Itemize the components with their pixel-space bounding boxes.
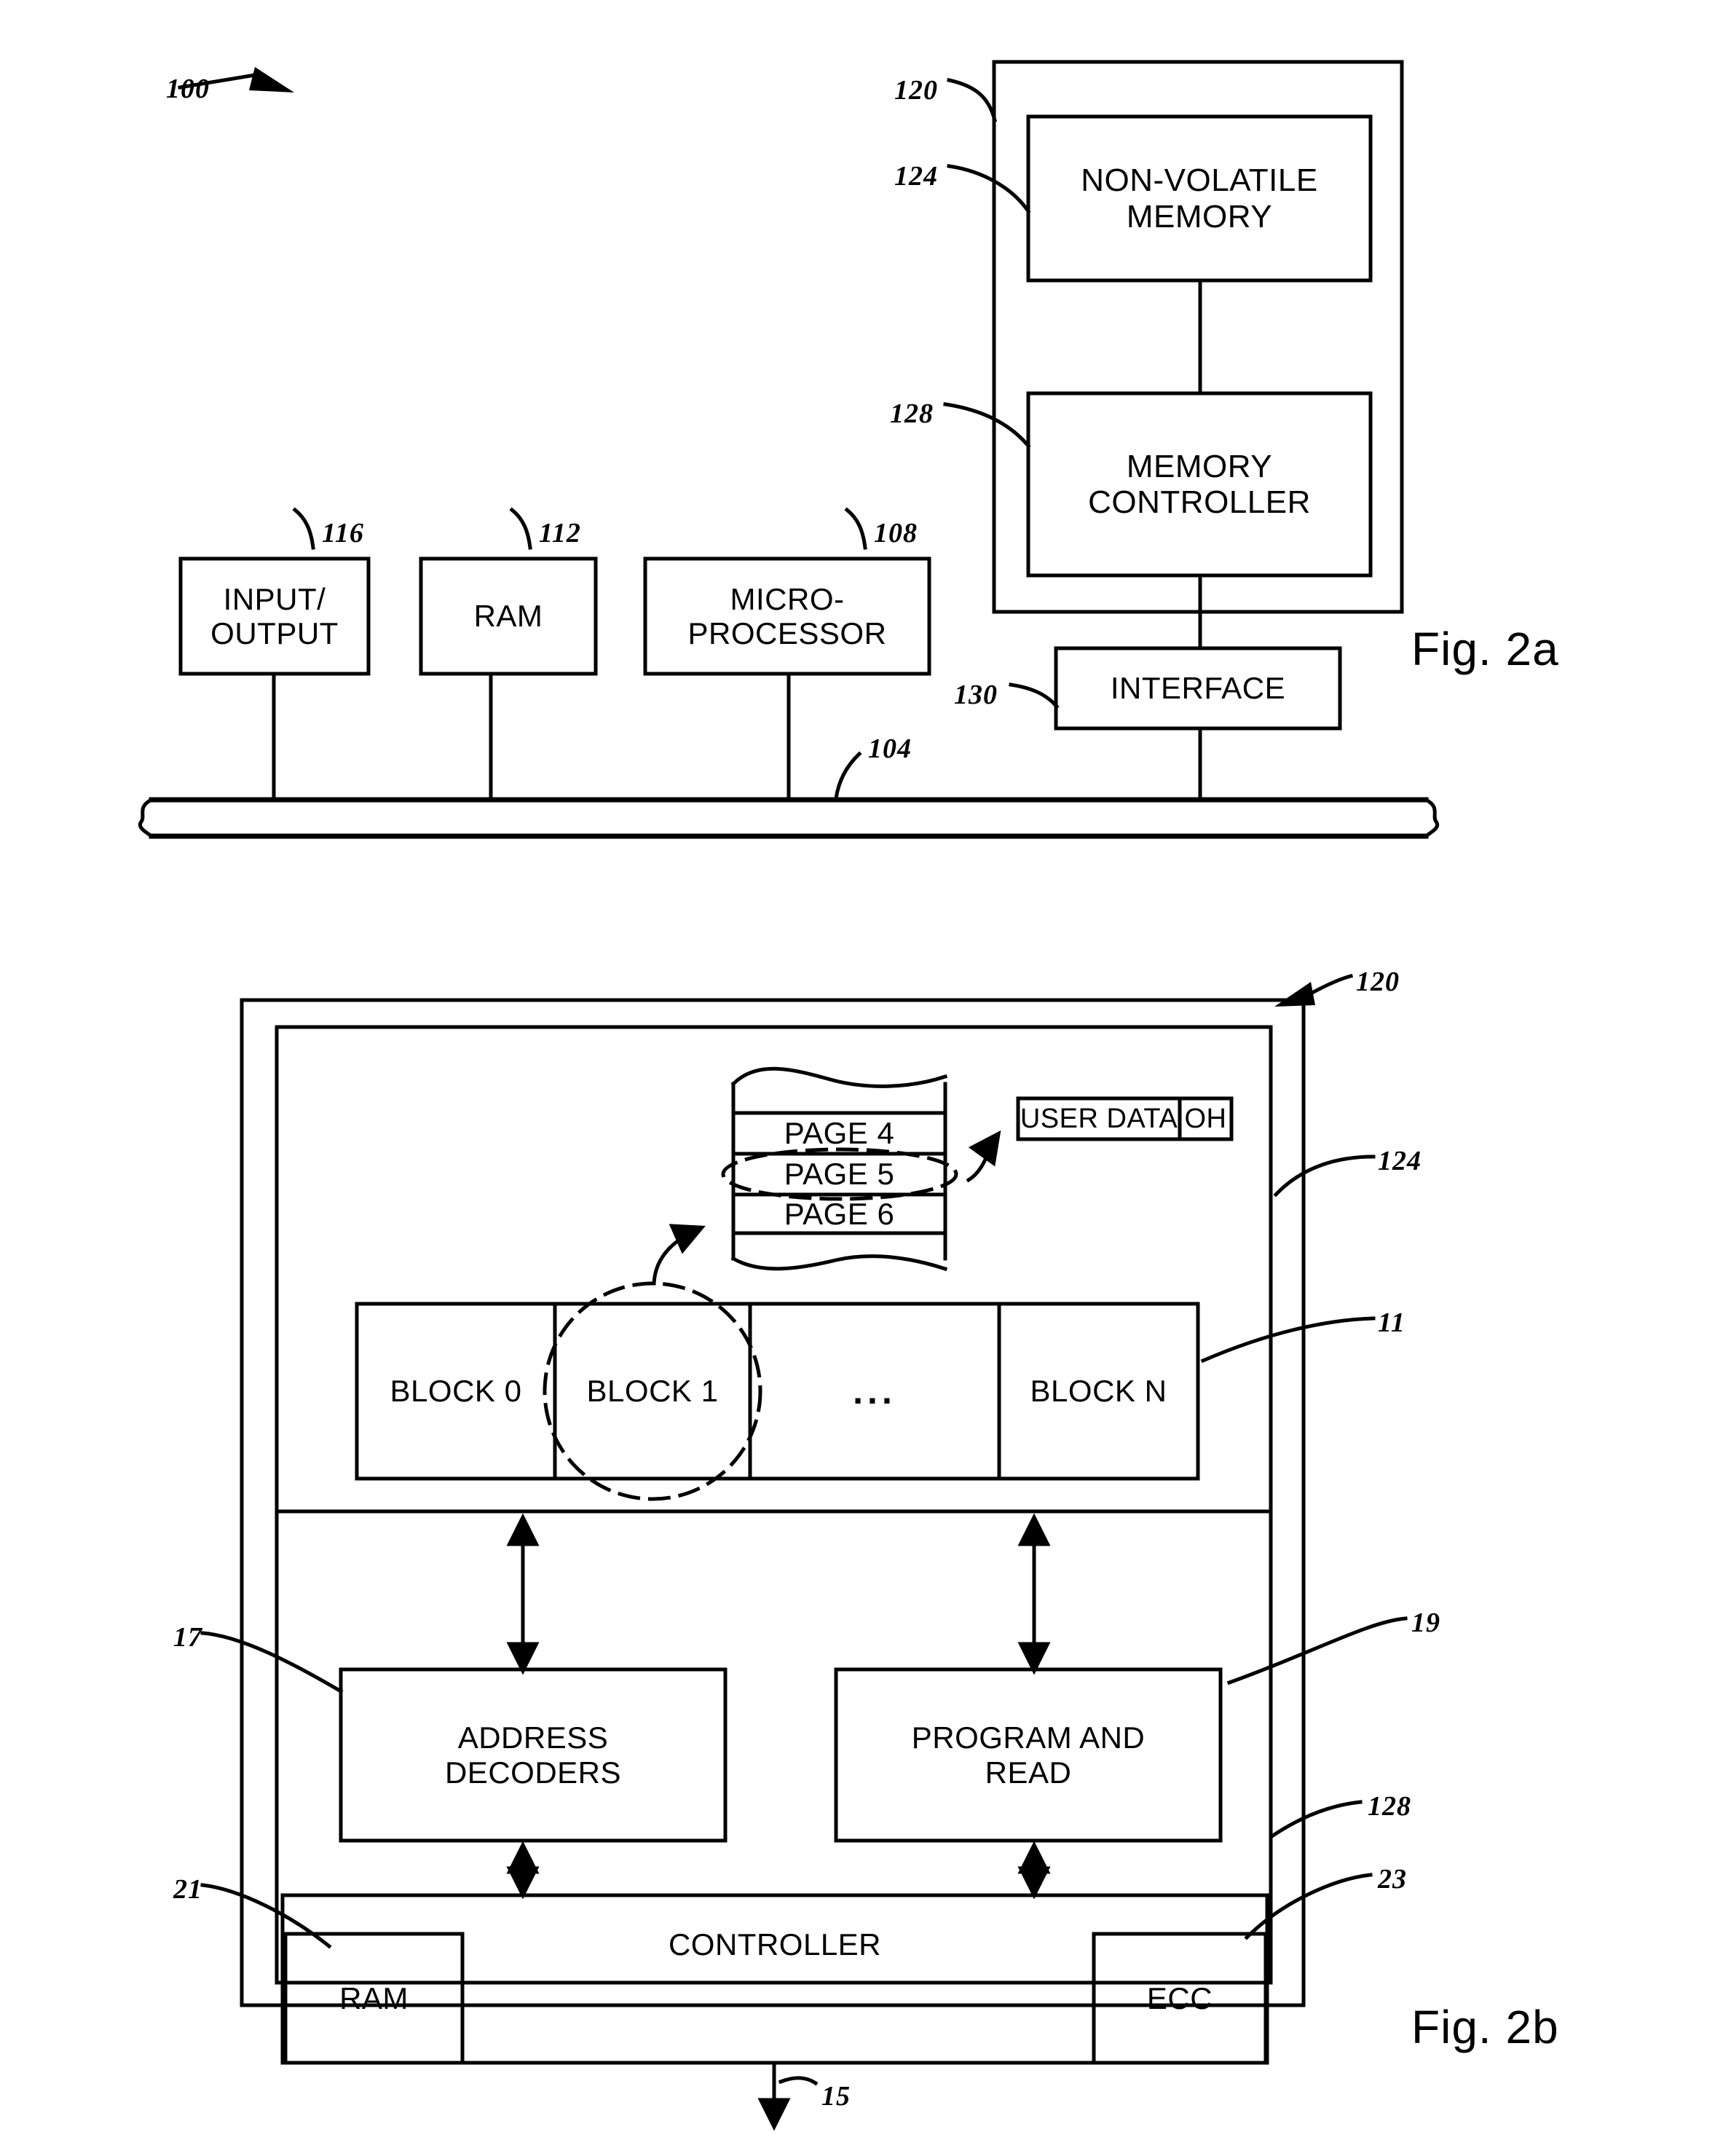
user-data-label: USER DATA	[1020, 1103, 1178, 1134]
ref-124-leader	[947, 164, 1031, 214]
fig2b-ref-23: 23	[1378, 1864, 1407, 1895]
fig2b-ref-120: 120	[1356, 967, 1400, 997]
page-stack-torn-top	[730, 1066, 948, 1088]
block-label-0: BLOCK 0	[390, 1374, 522, 1409]
memory-controller-label: MEMORY CONTROLLER	[1088, 448, 1311, 520]
array-to-logic-arrows	[506, 1513, 1051, 1675]
ref-128: 128	[890, 398, 934, 429]
fig2b-ref-17-leader	[200, 1631, 344, 1694]
fig2b-ref-19: 19	[1411, 1608, 1440, 1638]
fig2b-ref-128: 128	[1368, 1791, 1411, 1822]
ref-124: 124	[894, 161, 938, 192]
page-label-1: PAGE 5	[784, 1157, 895, 1192]
ref-116-leader	[292, 507, 315, 550]
interface-label: INTERFACE	[1110, 671, 1286, 706]
block-label-n: BLOCK N	[1030, 1374, 1167, 1409]
address-decoders-label: ADDRESS DECODERS	[444, 1720, 622, 1790]
fig2a-caption: Fig. 2a	[1411, 623, 1559, 675]
fig2b-ref-124-leader	[1273, 1154, 1376, 1197]
fig2b-ref-15: 15	[821, 2081, 851, 2112]
ref-104: 104	[868, 733, 912, 764]
fig2b-ref-11: 11	[1378, 1307, 1405, 1338]
fig2b-ref-120-leader	[1308, 973, 1354, 996]
page5-to-userdata-arrow	[966, 1130, 1001, 1183]
block-label-1: BLOCK 1	[586, 1374, 719, 1409]
block1-to-pagestack-arrow	[652, 1224, 706, 1286]
ref-120: 120	[894, 75, 938, 106]
input-output-label: INPUT/ OUTPUT	[210, 581, 339, 650]
fig2b-caption: Fig. 2b	[1411, 2001, 1559, 2053]
overhead-label: OH	[1184, 1103, 1227, 1134]
ecc-label: ECC	[1146, 1980, 1213, 2015]
ref-112: 112	[539, 518, 581, 548]
fig2b-ref-17: 17	[173, 1622, 202, 1653]
fig2b-ref-128-leader	[1270, 1800, 1363, 1838]
program-and-read-label: PROGRAM AND READ	[911, 1720, 1146, 1790]
ref-130: 130	[954, 680, 998, 710]
ram-label: RAM	[473, 599, 543, 634]
ref-104-leader	[834, 751, 862, 800]
ref-130-leader	[1009, 682, 1060, 709]
fig2b-ref-124: 124	[1378, 1146, 1422, 1176]
controller-ram-label: RAM	[339, 1980, 409, 2015]
ref-108: 108	[874, 518, 918, 548]
nonvolatile-memory-label: NON-VOLATILE MEMORY	[1081, 162, 1318, 235]
ref-120-leader	[947, 78, 998, 123]
block-ellipsis: ...	[853, 1371, 896, 1412]
fig2b-ref-11-leader	[1200, 1316, 1376, 1364]
page-stack-torn-bottom	[730, 1254, 948, 1272]
ref-112-leader	[509, 507, 532, 550]
ref-100: 100	[166, 74, 210, 104]
ref-108-leader	[844, 507, 867, 550]
fig2b-ref-19-leader	[1226, 1616, 1408, 1685]
ref-100-arrowhead	[249, 67, 294, 93]
ref-128-leader	[943, 402, 1031, 449]
fig2b-ref-120-arrowhead	[1274, 982, 1315, 1007]
page-label-2: PAGE 6	[784, 1196, 895, 1231]
ref-116: 116	[322, 518, 364, 548]
ref-15-leader	[778, 2076, 819, 2086]
page-label-0: PAGE 4	[784, 1116, 895, 1151]
fig2b-ref-21: 21	[173, 1874, 202, 1905]
microprocessor-label: MICRO- PROCESSOR	[687, 581, 887, 650]
logic-to-controller-arrows	[506, 1841, 1051, 1900]
system-bus	[138, 797, 1439, 839]
patent-drawing-sheet: NON-VOLATILE MEMORY MEMORY CONTROLLER IN…	[0, 0, 1715, 2156]
